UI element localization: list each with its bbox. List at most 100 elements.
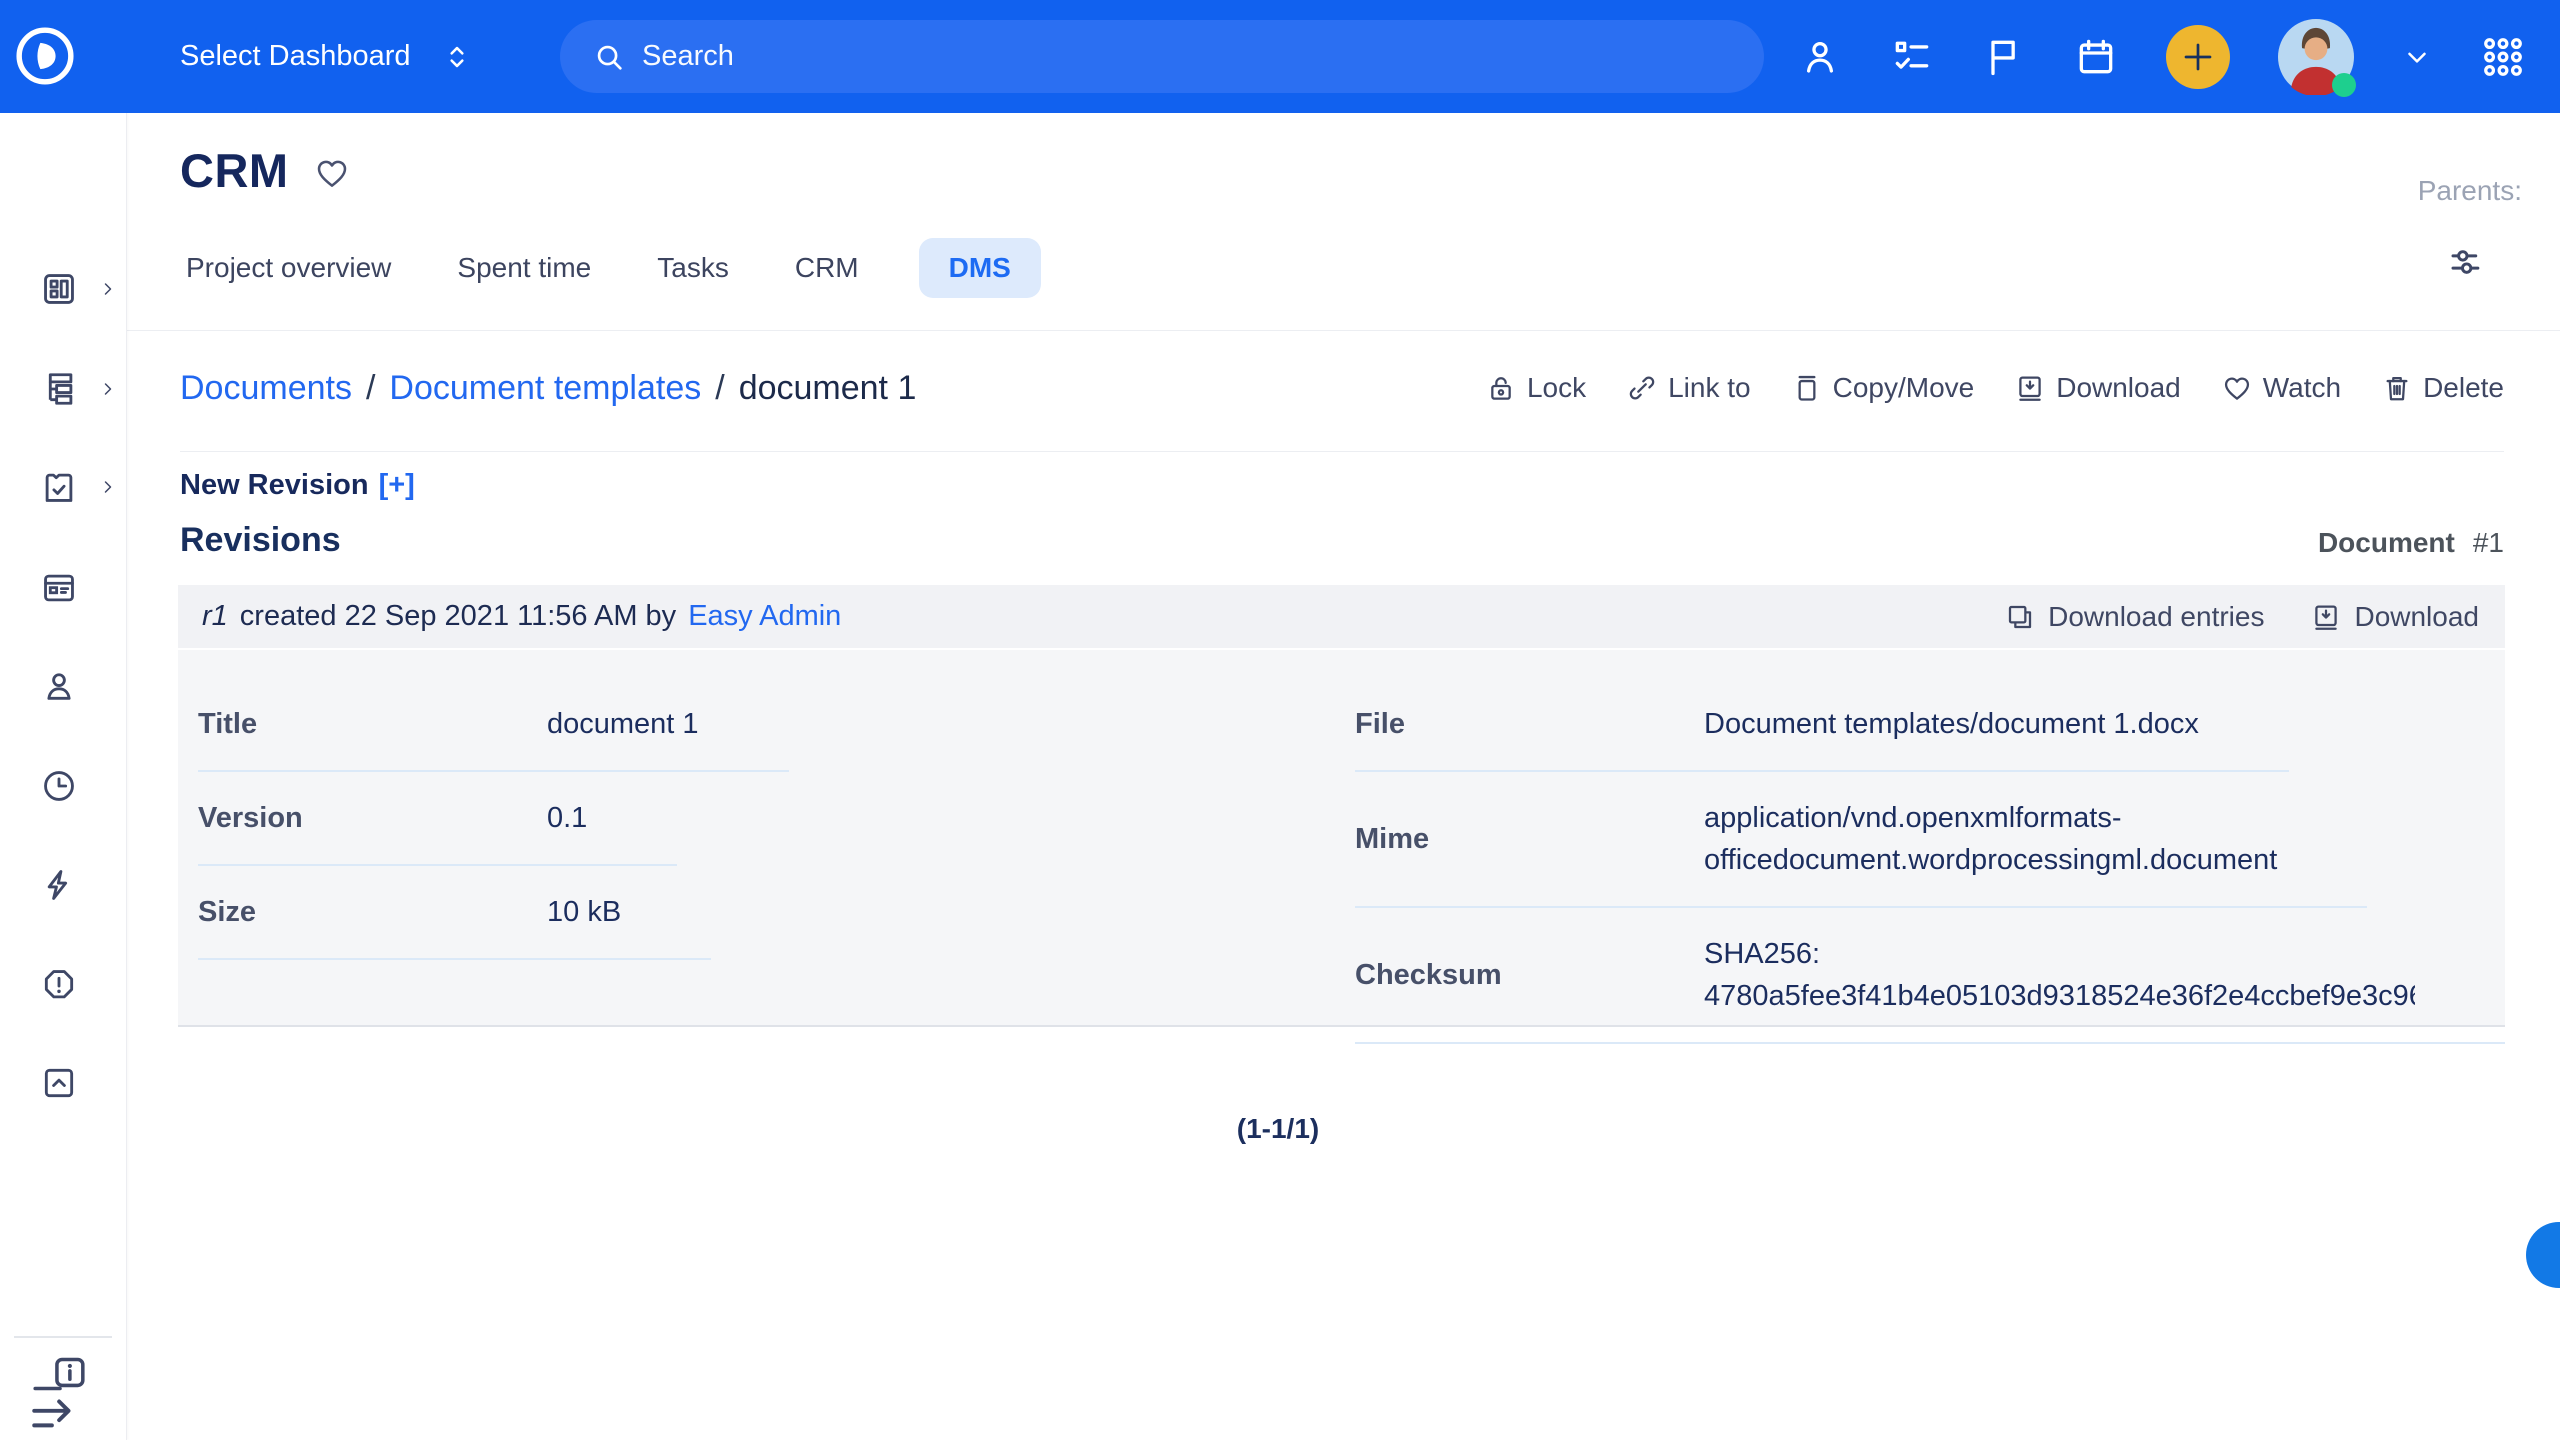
watch-button[interactable]: Watch [2221, 372, 2341, 404]
tab-project-overview[interactable]: Project overview [180, 238, 397, 298]
breadcrumb-current: document 1 [739, 369, 917, 408]
topbar-right-cluster [1798, 0, 2560, 113]
copy-move-label: Copy/Move [1833, 372, 1975, 404]
sidebar-info-button[interactable] [30, 1349, 88, 1397]
document-number: #1 [2473, 527, 2504, 559]
link-to-button[interactable]: Link to [1626, 372, 1751, 404]
user-avatar[interactable] [2278, 19, 2354, 95]
tab-crm[interactable]: CRM [789, 238, 865, 298]
info-box-icon [30, 1349, 88, 1397]
sidebar-item-users[interactable] [0, 648, 127, 724]
clock-icon [40, 767, 78, 805]
sidebar-item-pages[interactable] [0, 550, 127, 626]
user-icon[interactable] [1798, 35, 1842, 79]
sidebar-item-tasks[interactable] [0, 449, 127, 525]
lock-label: Lock [1527, 372, 1586, 404]
pagination: (1-1/1) [178, 1113, 2378, 1145]
sidebar-item-alerts[interactable] [0, 947, 127, 1023]
new-revision-label: New Revision [180, 469, 369, 501]
chevron-right-icon[interactable] [98, 279, 118, 299]
page-title: CRM [180, 143, 289, 198]
user-icon [40, 667, 78, 705]
copy-move-button[interactable]: Copy/Move [1791, 372, 1975, 404]
version-value: 0.1 [547, 797, 587, 839]
revision-author-link[interactable]: Easy Admin [688, 600, 841, 633]
new-revision-link[interactable]: New Revision [+] [180, 469, 415, 502]
detail-row-file: File Document templates/document 1.docx [1355, 678, 2289, 772]
project-tabs: Project overview Spent time Tasks CRM DM… [180, 235, 1041, 301]
tab-dms[interactable]: DMS [919, 238, 1041, 298]
download-button[interactable]: Download [2014, 372, 2181, 404]
detail-row-size: Size 10 kB [198, 866, 711, 960]
delete-label: Delete [2423, 372, 2504, 404]
sidebar-item-projects[interactable] [0, 351, 127, 427]
size-label: Size [198, 896, 547, 929]
mime-value-line2: officedocument.wordprocessingml.document [1704, 839, 2277, 881]
sliders-icon[interactable] [2446, 241, 2488, 283]
revisions-heading: Revisions [180, 521, 341, 560]
download-entries-icon [2004, 601, 2036, 633]
tab-tasks[interactable]: Tasks [651, 238, 735, 298]
topbar: Select Dashboard [0, 0, 2560, 113]
sidebar-item-quick-actions[interactable] [0, 847, 127, 923]
breadcrumb: Documents / Document templates / documen… [180, 369, 916, 408]
magnifier-icon [592, 40, 626, 74]
sidebar-item-updates[interactable] [0, 1045, 127, 1121]
chevron-right-icon[interactable] [98, 379, 118, 399]
revision-meta: r1 created 22 Sep 2021 11:56 AM by Easy … [202, 600, 841, 633]
file-value: Document templates/document 1.docx [1704, 703, 2199, 745]
document-toolbar: Lock Link to [1485, 372, 2504, 404]
download-entries-label: Download entries [2048, 601, 2264, 633]
app-logo[interactable] [14, 25, 76, 87]
size-value: 10 kB [547, 891, 621, 933]
mime-label: Mime [1355, 823, 1704, 856]
download-entries-button[interactable]: Download entries [2004, 601, 2264, 633]
unfold-chevrons-icon [441, 41, 473, 73]
apps-grid-icon[interactable] [2480, 34, 2526, 80]
details-left-column: Title document 1 Version 0.1 Size 10 kB [198, 678, 1308, 960]
title-label: Title [198, 708, 547, 741]
online-status-dot [2332, 73, 2356, 97]
revision-details: Title document 1 Version 0.1 Size 10 kB … [178, 650, 2505, 1027]
detail-row-mime: Mime application/vnd.openxmlformats- off… [1355, 772, 2367, 908]
revision-download-button[interactable]: Download [2310, 601, 2479, 633]
delete-button[interactable]: Delete [2381, 372, 2504, 404]
chevron-right-icon[interactable] [98, 477, 118, 497]
breadcrumb-separator: / [715, 369, 724, 408]
favorite-heart-icon[interactable] [313, 154, 351, 192]
browser-window-icon [40, 569, 78, 607]
detail-row-checksum: Checksum SHA256: 4780a5fee3f41b4e05103d9… [1355, 908, 2505, 1044]
breadcrumb-link-document-templates[interactable]: Document templates [389, 369, 701, 408]
sidebar-item-dashboards[interactable] [0, 251, 127, 327]
breadcrumb-link-documents[interactable]: Documents [180, 369, 352, 408]
copy-icon [1791, 372, 1823, 404]
chevron-down-icon[interactable] [2402, 42, 2432, 72]
lock-button[interactable]: Lock [1485, 372, 1586, 404]
tab-spent-time[interactable]: Spent time [451, 238, 597, 298]
search-bar[interactable] [560, 20, 1764, 93]
link-to-label: Link to [1668, 372, 1751, 404]
sidebar-item-time[interactable] [0, 748, 127, 824]
lightning-icon [40, 866, 78, 904]
sidebar-logout-button[interactable] [28, 1393, 82, 1439]
flag-icon[interactable] [1982, 35, 2026, 79]
checksum-label: Checksum [1355, 959, 1704, 992]
alert-octagon-icon [40, 966, 78, 1004]
select-dashboard-button[interactable]: Select Dashboard [180, 0, 473, 113]
document-type-label: Document [2318, 527, 2455, 559]
revision-header-row: r1 created 22 Sep 2021 11:56 AM by Easy … [178, 585, 2505, 648]
calendar-icon[interactable] [2074, 35, 2118, 79]
detail-row-version: Version 0.1 [198, 772, 677, 866]
checklist-icon[interactable] [1890, 35, 1934, 79]
new-revision-add[interactable]: [+] [379, 469, 415, 501]
version-label: Version [198, 802, 547, 835]
add-new-button[interactable] [2166, 25, 2230, 89]
checksum-value-line1: SHA256: [1704, 933, 2415, 975]
search-input[interactable] [642, 40, 1642, 73]
lock-icon [1485, 372, 1517, 404]
revision-download-label: Download [2354, 601, 2479, 633]
sidebar-footer-divider [14, 1336, 112, 1338]
easy-software-logo-icon [14, 25, 76, 87]
exit-arrow-icon [28, 1393, 82, 1439]
checksum-value-line2: 4780a5fee3f41b4e05103d9318524e36f2e4ccbe… [1704, 975, 2415, 1017]
